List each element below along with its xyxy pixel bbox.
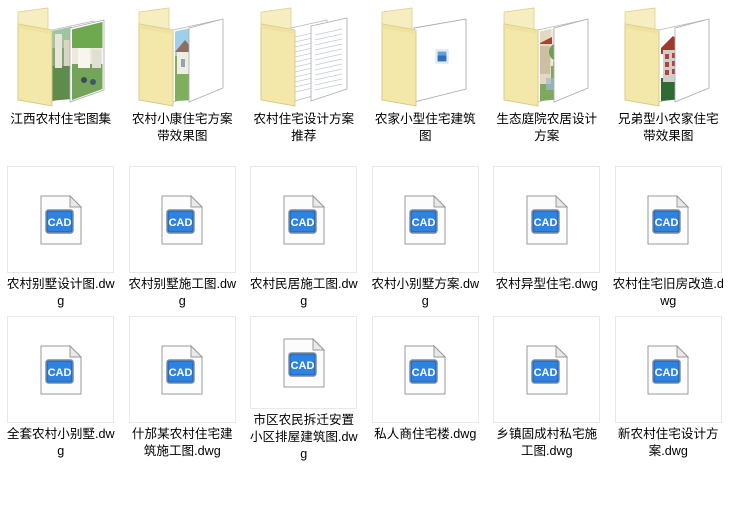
cad-dwg-icon[interactable]: CAD [371, 316, 479, 423]
item-label: 农村小康住宅方案带效果图 [131, 112, 233, 143]
folder-item[interactable]: 江西农村住宅图集 [0, 0, 122, 163]
svg-text:CAD: CAD [533, 217, 557, 229]
svg-text:CAD: CAD [533, 367, 557, 379]
folder-with-photos-icon[interactable] [8, 4, 114, 110]
cad-dwg-icon[interactable]: CAD [614, 166, 722, 273]
file-item[interactable]: CAD 农村小别墅方案.dwg [365, 163, 487, 313]
folder-with-photos-icon[interactable] [615, 4, 721, 110]
cad-dwg-icon[interactable]: CAD [128, 316, 236, 423]
svg-text:CAD: CAD [169, 217, 193, 229]
svg-text:CAD: CAD [290, 360, 314, 372]
cad-dwg-icon[interactable]: CAD [250, 166, 358, 273]
item-label: 农村异型住宅.dwg [495, 277, 598, 291]
item-label: 乡镇固成村私宅施工图.dwg [496, 427, 598, 458]
file-item[interactable]: CAD 农村别墅施工图.dwg [122, 163, 244, 313]
file-item[interactable]: CAD 私人商住宅楼.dwg [365, 313, 487, 463]
folder-item[interactable]: 农村住宅设计方案推荐 [243, 0, 365, 163]
item-label: 农村民居施工图.dwg [249, 277, 358, 308]
svg-text:CAD: CAD [290, 217, 314, 229]
folder-item[interactable]: 农家小型住宅建筑图 [365, 0, 487, 163]
svg-text:CAD: CAD [655, 217, 679, 229]
item-label: 农村住宅设计方案推荐 [253, 112, 355, 143]
item-label: 农村小别墅方案.dwg [371, 277, 480, 308]
folder-item[interactable]: 兄弟型小农家住宅带效果图 [608, 0, 730, 163]
cad-dwg-icon[interactable]: CAD [371, 166, 479, 273]
folder-with-documents-icon[interactable] [251, 4, 357, 110]
item-label: 江西农村住宅图集 [10, 112, 112, 126]
file-item[interactable]: CAD 什邡某农村住宅建筑施工图.dwg [122, 313, 244, 463]
svg-text:CAD: CAD [169, 367, 193, 379]
svg-text:CAD: CAD [412, 367, 436, 379]
folder-with-photos-icon[interactable] [494, 4, 600, 110]
item-label: 全套农村小别墅.dwg [6, 427, 115, 458]
svg-text:CAD: CAD [655, 367, 679, 379]
svg-text:CAD: CAD [47, 217, 71, 229]
folder-with-file-icon[interactable] [372, 4, 478, 110]
file-icon-grid: 江西农村住宅图集 农村小康住宅方案带效果图 农村住宅设计方案推荐 农家小型住宅建… [0, 0, 729, 463]
svg-text:CAD: CAD [412, 217, 436, 229]
file-item[interactable]: CAD 全套农村小别墅.dwg [0, 313, 122, 463]
cad-dwg-icon[interactable]: CAD [493, 166, 601, 273]
item-label: 农村别墅施工图.dwg [128, 277, 237, 308]
item-label: 私人商住宅楼.dwg [374, 427, 477, 441]
item-label: 农村别墅设计图.dwg [6, 277, 115, 308]
file-item[interactable]: CAD 农村住宅旧房改造.dwg [608, 163, 730, 313]
file-item[interactable]: CAD 农村民居施工图.dwg [243, 163, 365, 313]
item-label: 什邡某农村住宅建筑施工图.dwg [131, 427, 233, 458]
file-item[interactable]: CAD 农村别墅设计图.dwg [0, 163, 122, 313]
item-label: 生态庭院农居设计方案 [496, 112, 598, 143]
folder-item[interactable]: 农村小康住宅方案带效果图 [122, 0, 244, 163]
cad-dwg-icon[interactable]: CAD [7, 166, 115, 273]
svg-text:CAD: CAD [47, 367, 71, 379]
folder-with-photos-icon[interactable] [129, 4, 235, 110]
cad-dwg-icon[interactable]: CAD [128, 166, 236, 273]
file-item[interactable]: CAD 市区农民拆迁安置小区排屋建筑图.dwg [243, 313, 365, 463]
folder-item[interactable]: 生态庭院农居设计方案 [486, 0, 608, 163]
file-item[interactable]: CAD 乡镇固成村私宅施工图.dwg [486, 313, 608, 463]
item-label: 新农村住宅设计方案.dwg [617, 427, 719, 458]
cad-dwg-icon[interactable]: CAD [614, 316, 722, 423]
item-label: 农村住宅旧房改造.dwg [612, 277, 724, 308]
file-item[interactable]: CAD 农村异型住宅.dwg [486, 163, 608, 313]
item-label: 兄弟型小农家住宅带效果图 [617, 112, 719, 143]
file-item[interactable]: CAD 新农村住宅设计方案.dwg [608, 313, 730, 463]
cad-dwg-icon[interactable]: CAD [7, 316, 115, 423]
cad-dwg-icon[interactable]: CAD [250, 316, 358, 409]
item-label: 市区农民拆迁安置小区排屋建筑图.dwg [249, 413, 358, 461]
cad-dwg-icon[interactable]: CAD [493, 316, 601, 423]
item-label: 农家小型住宅建筑图 [374, 112, 476, 143]
